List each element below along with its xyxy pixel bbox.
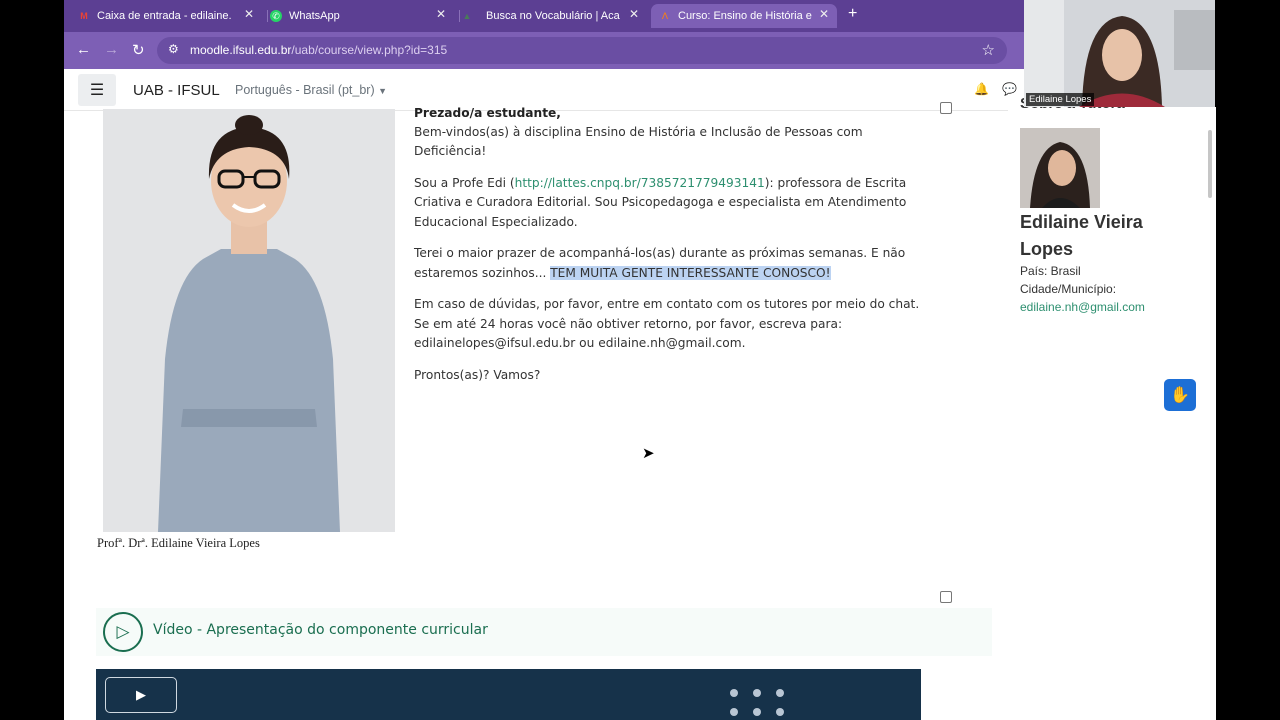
site-settings-icon[interactable]: ⚙ (168, 42, 179, 56)
back-arrow-icon[interactable]: ← (76, 41, 91, 58)
address-bar-row: ← → ↻ ⚙ moodle.ifsul.edu.br/uab/course/v… (64, 32, 1024, 69)
bell-icon[interactable]: 🔔 (974, 82, 989, 96)
tab-separator (267, 10, 268, 22)
video-player[interactable]: ▶ (96, 669, 921, 720)
new-tab-button[interactable]: + (848, 5, 857, 23)
close-tab-icon[interactable]: ✕ (436, 7, 446, 21)
play-button[interactable]: ▶ (105, 677, 177, 713)
highlighted-text: TEM MUITA GENTE INTERESSANTE CONOSCO! (550, 265, 831, 280)
language-selector[interactable]: Português - Brasil (pt_br) ▼ (235, 83, 387, 97)
tutor-photo (1020, 128, 1100, 208)
site-icon: ▲ (462, 11, 472, 21)
photo-caption: Profª. Drª. Edilaine Vieira Lopes (97, 536, 260, 550)
menu-toggle-button[interactable]: ☰ (78, 74, 116, 106)
chat-icon[interactable]: 💬 (1002, 82, 1017, 96)
webcam-name-label: Edilaine Lopes (1026, 93, 1095, 106)
url-field[interactable]: ⚙ moodle.ifsul.edu.br/uab/course/view.ph… (157, 37, 1007, 64)
teacher-photo (103, 109, 395, 532)
loading-dot (776, 689, 784, 697)
loading-dot (753, 708, 761, 716)
tutor-email-link[interactable]: edilaine.nh@gmail.com (1020, 300, 1145, 314)
loading-dot (730, 708, 738, 716)
close-tab-icon[interactable]: ✕ (629, 7, 639, 21)
intro-before: Sou a Profe Edi ( (414, 176, 515, 191)
forward-arrow-icon[interactable]: → (104, 41, 119, 58)
url-path: /uab/course/view.php?id=315 (291, 43, 448, 57)
tab-separator (459, 10, 460, 22)
gmail-icon: M (80, 11, 88, 21)
completion-checkbox[interactable] (940, 102, 952, 114)
moodle-icon: ⴷ (661, 10, 669, 21)
mouse-cursor-icon: ➤ (642, 445, 655, 462)
tab-gmail[interactable]: M Caixa de entrada - edilaine.nh ✕ (78, 4, 262, 28)
loading-dot (753, 689, 761, 697)
url-text: moodle.ifsul.edu.br/uab/course/view.php?… (190, 43, 447, 57)
tab-bar: M Caixa de entrada - edilaine.nh ✕ ✆ Wha… (64, 0, 1024, 32)
course-intro-text: Prezado/a estudante, Bem-vindos(as) à dis… (414, 104, 929, 397)
activity-title-link[interactable]: Vídeo - Apresentação do componente curri… (153, 622, 488, 638)
tab-title: Busca no Vocabulário | Acade (486, 10, 620, 22)
whatsapp-icon: ✆ (270, 10, 282, 22)
tab-curso[interactable]: ⴷ Curso: Ensino de História e In ✕ (651, 4, 837, 28)
welcome-line: Bem-vindos(as) à disciplina Ensino de Hi… (414, 125, 863, 159)
completion-checkbox[interactable] (940, 591, 952, 603)
tab-title: Caixa de entrada - edilaine.nh (97, 10, 232, 22)
tab-title: Curso: Ensino de História e In (678, 10, 816, 22)
loading-dot (776, 708, 784, 716)
tab-whatsapp[interactable]: ✆ WhatsApp ✕ (270, 4, 454, 28)
paragraph-4: Em caso de dúvidas, por favor, entre em … (414, 297, 920, 350)
tutor-email[interactable]: edilaine.nh@gmail.com (1020, 300, 1145, 314)
language-label: Português - Brasil (pt_br) (235, 83, 375, 97)
loading-dot (730, 689, 738, 697)
tab-title: WhatsApp (289, 10, 340, 22)
reload-icon[interactable]: ↻ (132, 41, 145, 59)
greeting: Prezado/a estudante, (414, 106, 561, 120)
hamburger-icon: ☰ (89, 82, 105, 99)
tutor-name: Edilaine Vieira Lopes (1020, 212, 1143, 259)
url-domain: moodle.ifsul.edu.br (190, 43, 292, 57)
accessibility-hand-icon[interactable]: ✋ (1164, 379, 1196, 411)
webcam-overlay: Edilaine Lopes (1024, 0, 1215, 107)
close-tab-icon[interactable]: ✕ (244, 7, 254, 21)
play-icon: ▶ (136, 687, 146, 702)
tab-vocabulario[interactable]: ▲ Busca no Vocabulário | Acade ✕ (461, 4, 647, 28)
caret-down-icon: ▼ (378, 86, 388, 96)
scrollbar[interactable] (1208, 130, 1212, 198)
tutor-city: Cidade/Município: (1020, 282, 1117, 296)
video-activity-icon: ▷ (103, 612, 143, 652)
site-name[interactable]: UAB - IFSUL (133, 82, 220, 99)
lattes-link[interactable]: http://lattes.cnpq.br/7385721779493141 (515, 176, 765, 190)
bookmark-star-icon[interactable]: ☆ (982, 41, 995, 59)
browser-window: M Caixa de entrada - edilaine.nh ✕ ✆ Wha… (64, 0, 1024, 720)
paragraph-5: Prontos(as)? Vamos? (414, 367, 541, 382)
close-tab-icon[interactable]: ✕ (819, 7, 829, 21)
tutor-country: País: Brasil (1020, 264, 1081, 278)
